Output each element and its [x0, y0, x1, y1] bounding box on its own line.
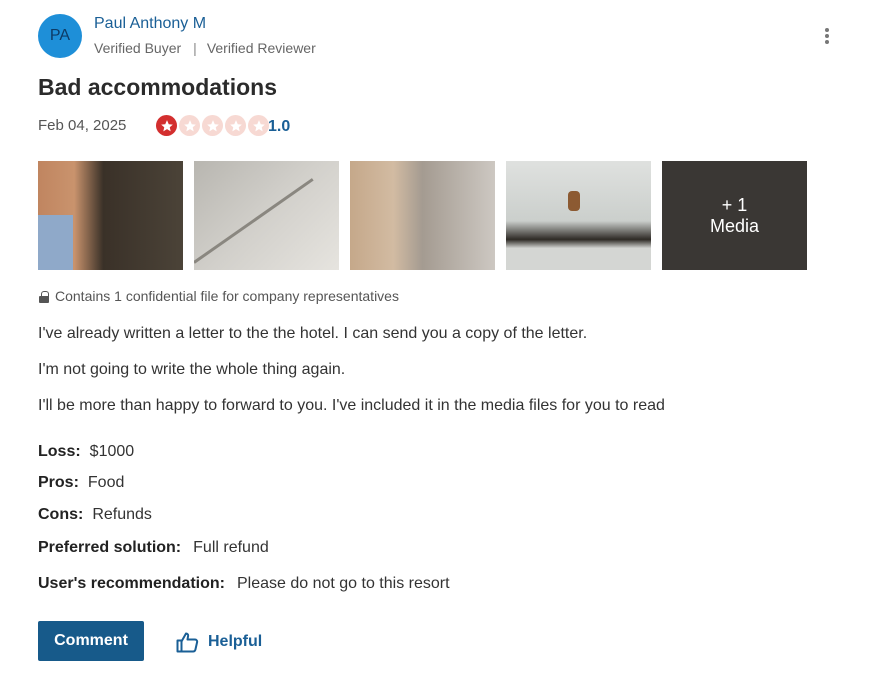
helpful-button[interactable]: Helpful — [176, 631, 262, 653]
author-badges: Verified Buyer | Verified Reviewer — [94, 40, 316, 56]
field-label: User's recommendation: — [38, 575, 225, 592]
star-icon-empty — [225, 115, 246, 136]
media-gallery: + 1 Media — [38, 161, 807, 270]
star-icon-empty — [179, 115, 200, 136]
media-thumbnail[interactable] — [194, 161, 339, 270]
preferred-solution-field: Preferred solution: Full refund — [38, 539, 269, 557]
more-media-count: + 1 — [721, 194, 748, 215]
more-media-thumbnail[interactable]: + 1 Media — [662, 161, 807, 270]
recommendation-field: User's recommendation: Please do not go t… — [38, 575, 450, 593]
field-value: Full refund — [193, 539, 269, 556]
field-label: Cons: — [38, 506, 84, 523]
comment-button[interactable]: Comment — [38, 621, 144, 661]
confidential-text: Contains 1 confidential file for company… — [55, 288, 399, 304]
field-value: Refunds — [92, 506, 152, 523]
cons-field: Cons: Refunds — [38, 506, 152, 524]
review-title: Bad accommodations — [38, 74, 277, 100]
review-paragraph: I'm not going to write the whole thing a… — [38, 361, 346, 378]
field-value: Food — [87, 474, 125, 491]
more-media-label: Media — [709, 215, 760, 236]
rating-value: 1.0 — [268, 118, 291, 135]
lock-icon — [39, 290, 49, 303]
field-label: Pros: — [38, 474, 79, 491]
field-value: Please do not go to this resort — [236, 575, 450, 592]
confidential-note: Contains 1 confidential file for company… — [39, 288, 399, 304]
field-label: Loss: — [38, 443, 81, 460]
more-options-icon[interactable] — [818, 26, 836, 46]
star-icon-empty — [248, 115, 269, 136]
badge-separator: | — [193, 40, 197, 56]
avatar[interactable]: PA — [38, 14, 82, 58]
verified-reviewer-badge: Verified Reviewer — [206, 40, 316, 56]
media-thumbnail[interactable] — [350, 161, 495, 270]
star-icon-empty — [202, 115, 223, 136]
review-date: Feb 04, 2025 — [38, 117, 127, 134]
verified-buyer-badge: Verified Buyer — [94, 40, 182, 56]
review-paragraph: I've already written a letter to the the… — [38, 325, 588, 342]
review-paragraph: I'll be more than happy to forward to yo… — [38, 397, 665, 414]
field-value: $1000 — [89, 443, 135, 460]
media-thumbnail[interactable] — [38, 161, 183, 270]
star-icon-filled — [156, 115, 177, 136]
media-thumbnail[interactable] — [506, 161, 651, 270]
loss-field: Loss: $1000 — [38, 443, 134, 461]
pros-field: Pros: Food — [38, 474, 124, 492]
helpful-label: Helpful — [208, 633, 263, 650]
thumbs-up-icon — [176, 632, 199, 653]
author-name[interactable]: Paul Anthony M — [94, 15, 206, 33]
avatar-initials: PA — [49, 27, 71, 44]
field-label: Preferred solution: — [38, 539, 182, 556]
star-rating — [156, 115, 269, 136]
